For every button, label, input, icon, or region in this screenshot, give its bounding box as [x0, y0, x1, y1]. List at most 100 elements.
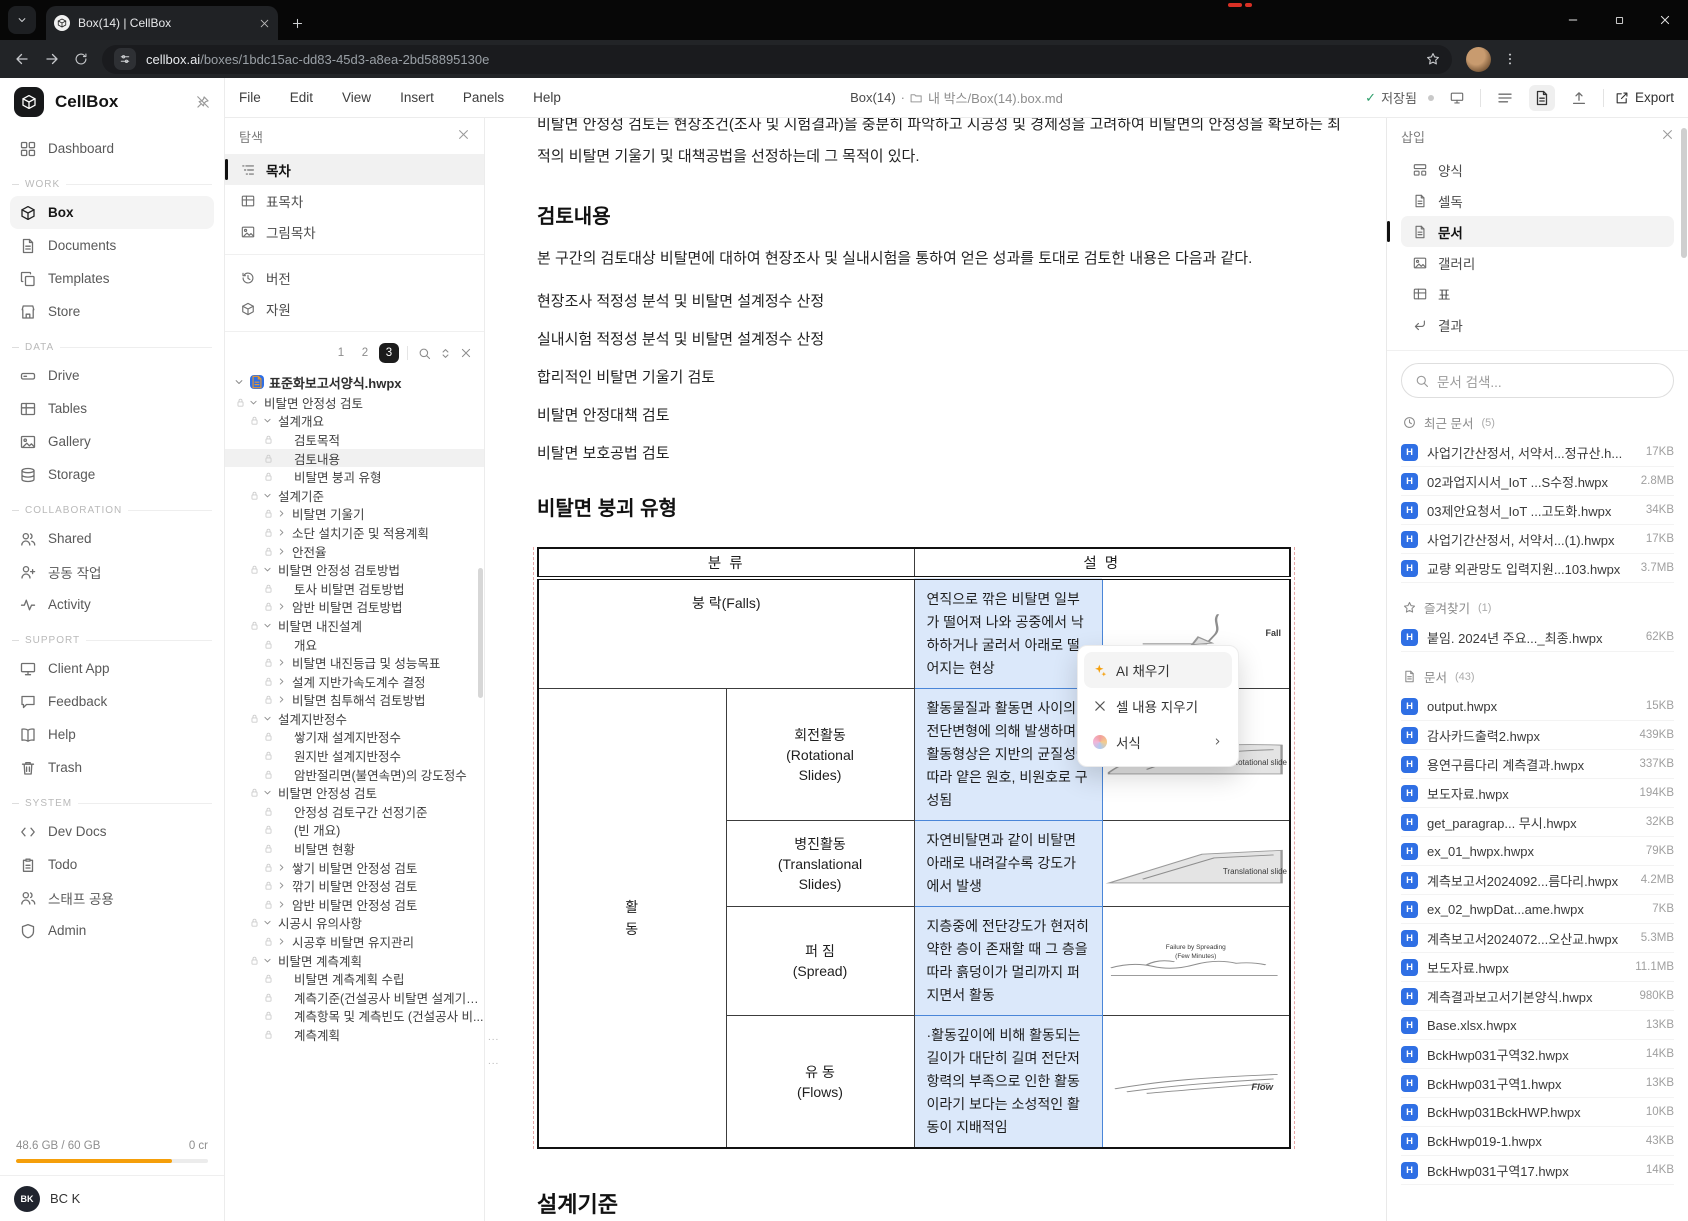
tree-item[interactable]: 검토목적: [225, 430, 484, 449]
file-row[interactable]: Hex_02_hwpDat...ame.hwpx7KB: [1401, 895, 1674, 924]
table-desc-cell[interactable]: 활동물질과 활동면 사이의 전단변형에 의해 발생하며 활동형상은 지반의 균질…: [914, 689, 1102, 821]
sidebar-item-store[interactable]: Store: [10, 295, 214, 328]
tree-item[interactable]: 토사 비탈면 검토방법: [225, 579, 484, 598]
sidebar-item-templates[interactable]: Templates: [10, 262, 214, 295]
sidebar-item-feedback[interactable]: Feedback: [10, 685, 214, 718]
file-row[interactable]: H보도자료.hwpx11.1MB: [1401, 953, 1674, 982]
sidebar-item-storage[interactable]: Storage: [10, 458, 214, 491]
tree-item[interactable]: 암반 비탈면 안정성 검토: [225, 895, 484, 914]
file-row[interactable]: H붙임. 2024년 주요..._최종.hwpx62KB: [1401, 623, 1674, 652]
tree-item[interactable]: (빈 개요): [225, 821, 484, 840]
failure-type-table[interactable]: 분 류설 명붕 락(Falls)연직으로 깎은 비탈면 일부가 떨어져 나와 공…: [537, 547, 1291, 1149]
sidebar-item-help[interactable]: Help: [10, 718, 214, 751]
tree-item[interactable]: 비탈면 내진설계: [225, 616, 484, 635]
table-class-cell[interactable]: 병진활동 (Translational Slides): [726, 821, 914, 907]
table-class-cell[interactable]: 퍼 짐 (Spread): [726, 907, 914, 1016]
sidebar-item-dev-docs[interactable]: Dev Docs: [10, 815, 214, 848]
document-search-input[interactable]: 문서 검색...: [1401, 363, 1674, 398]
insert-item-결과[interactable]: 결과: [1401, 309, 1674, 340]
menu-help[interactable]: Help: [533, 90, 561, 105]
insert-panel-close-icon[interactable]: [1661, 128, 1674, 144]
site-settings-icon[interactable]: [114, 48, 136, 70]
page-button-2[interactable]: 2: [355, 343, 375, 363]
file-row[interactable]: H사업기간산정서, 서약서...정규산.h...17KB: [1401, 438, 1674, 467]
tree-item[interactable]: 원지반 설계지반정수: [225, 746, 484, 765]
tree-search-button[interactable]: [416, 345, 433, 362]
explorer-scrollbar[interactable]: [478, 568, 483, 698]
tree-item[interactable]: 시공후 비탈면 유지관리: [225, 932, 484, 951]
page-button-1[interactable]: 1: [331, 343, 351, 363]
tree-sort-button[interactable]: [437, 345, 454, 362]
context-menu-item[interactable]: 셀 내용 지우기: [1084, 688, 1232, 724]
tree-item[interactable]: 암반 비탈면 검토방법: [225, 598, 484, 617]
file-row[interactable]: H용연구름다리 계측결과.hwpx337KB: [1401, 750, 1674, 779]
tree-item[interactable]: 계측계획: [225, 1025, 484, 1044]
menu-edit[interactable]: Edit: [290, 90, 313, 105]
tree-item[interactable]: 소단 설치기준 및 적용계획: [225, 523, 484, 542]
browser-tab[interactable]: Box(14) | CellBox: [46, 6, 278, 40]
tree-item[interactable]: 비탈면 안정성 검토: [225, 783, 484, 802]
sidebar-item-gallery[interactable]: Gallery: [10, 425, 214, 458]
insert-item-문서[interactable]: 문서: [1401, 216, 1674, 247]
tree-item[interactable]: 비탈면 침투해석 검토방법: [225, 691, 484, 710]
tree-item[interactable]: 계측기준(건설공사 비탈면 설계기준 ...: [225, 988, 484, 1007]
table-image-cell[interactable]: Failure by Spreading (Few Minutes): [1102, 907, 1290, 1016]
tree-item[interactable]: 설계개요: [225, 412, 484, 431]
explorer-close-icon[interactable]: [457, 128, 470, 144]
sidebar-item-box[interactable]: Box: [10, 196, 214, 229]
explorer-view-표목차[interactable]: 표목차: [225, 185, 484, 216]
context-menu-item[interactable]: 서식: [1084, 724, 1232, 760]
tree-item[interactable]: 비탈면 계측계획: [225, 951, 484, 970]
tree-close-button[interactable]: [458, 345, 474, 361]
tree-item[interactable]: 비탈면 계측계획 수립: [225, 969, 484, 988]
tree-item[interactable]: 검토내용: [225, 449, 484, 468]
file-row[interactable]: H보도자료.hwpx194KB: [1401, 779, 1674, 808]
address-bar[interactable]: cellbox.ai/boxes/1bdc15ac-dd83-45d3-a8ea…: [102, 45, 1452, 74]
tree-item[interactable]: 깎기 비탈면 안정성 검토: [225, 876, 484, 895]
sidebar-item-todo[interactable]: Todo: [10, 848, 214, 881]
sidebar-item-documents[interactable]: Documents: [10, 229, 214, 262]
tree-item[interactable]: 쌓기재 설계지반정수: [225, 728, 484, 747]
menu-panels[interactable]: Panels: [463, 90, 504, 105]
sidebar-item-공동-작업[interactable]: 공동 작업: [10, 555, 214, 588]
tree-item[interactable]: 비탈면 안정성 검토방법: [225, 560, 484, 579]
tree-item[interactable]: 설계기준: [225, 486, 484, 505]
context-menu-item[interactable]: AI 채우기: [1084, 652, 1232, 688]
file-row[interactable]: HBckHwp031구역32.hwpx14KB: [1401, 1040, 1674, 1069]
file-row[interactable]: HBckHwp031BckHWP.hwpx10KB: [1401, 1098, 1674, 1127]
file-row[interactable]: H감사카드출력2.hwpx439KB: [1401, 721, 1674, 750]
browser-profile-avatar[interactable]: [1466, 47, 1491, 72]
tree-item[interactable]: 비탈면 안정성 검토: [225, 393, 484, 412]
tree-item[interactable]: 암반절리면(불연속면)의 강도정수: [225, 765, 484, 784]
outline-view-button[interactable]: [1492, 85, 1518, 111]
file-row[interactable]: Hget_paragrap... 무시.hwpx32KB: [1401, 808, 1674, 837]
table-class-cell[interactable]: 유 동 (Flows): [726, 1016, 914, 1149]
forward-button[interactable]: [44, 51, 60, 67]
tree-item[interactable]: 시공시 유의사항: [225, 914, 484, 933]
back-button[interactable]: [14, 51, 30, 67]
tree-item[interactable]: 비탈면 기울기: [225, 505, 484, 524]
sidebar-item-tables[interactable]: Tables: [10, 392, 214, 425]
tree-item[interactable]: 설계지반정수: [225, 709, 484, 728]
tree-item[interactable]: 개요: [225, 635, 484, 654]
window-maximize-button[interactable]: [1596, 0, 1642, 40]
tree-item[interactable]: 안전율: [225, 542, 484, 561]
file-row[interactable]: H03제안요청서_IoT ...고도화.hwpx34KB: [1401, 496, 1674, 525]
table-desc-cell[interactable]: 지층중에 전단강도가 현저히 약한 층이 존재할 때 그 층을 따라 흙덩이가 …: [914, 907, 1102, 1016]
explorer-view-그림목차[interactable]: 그림목차: [225, 216, 484, 247]
presentation-button[interactable]: [1445, 86, 1469, 110]
table-group-cell[interactable]: 활 동: [538, 689, 726, 1149]
sidebar-item-shared[interactable]: Shared: [10, 522, 214, 555]
file-row[interactable]: Houtput.hwpx15KB: [1401, 692, 1674, 721]
tree-item[interactable]: 쌓기 비탈면 안정성 검토: [225, 858, 484, 877]
export-button[interactable]: Export: [1615, 90, 1674, 105]
file-row[interactable]: H계측보고서2024072...오산교.hwpx5.3MB: [1401, 924, 1674, 953]
new-tab-button[interactable]: [284, 10, 310, 36]
insert-item-셀독[interactable]: 셀독: [1401, 185, 1674, 216]
table-class-cell[interactable]: 회전활동 (Rotational Slides): [726, 689, 914, 821]
file-row[interactable]: H계측결과보고서기본양식.hwpx980KB: [1401, 982, 1674, 1011]
menu-file[interactable]: File: [239, 90, 261, 105]
table-image-cell[interactable]: Flow: [1102, 1016, 1290, 1149]
sidebar-pin-icon[interactable]: [196, 95, 210, 109]
insert-item-갤러리[interactable]: 갤러리: [1401, 247, 1674, 278]
